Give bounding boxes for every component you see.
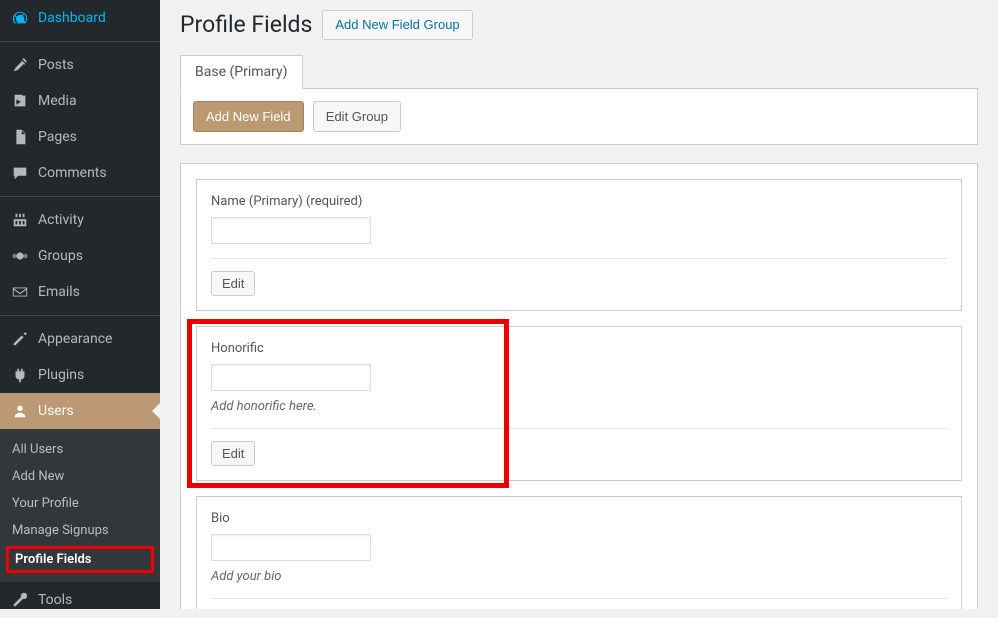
sidebar-label-comments: Comments: [38, 165, 107, 181]
sidebar-label-appearance: Appearance: [38, 331, 112, 347]
submenu-your-profile[interactable]: Your Profile: [0, 490, 160, 517]
sidebar-label-pages: Pages: [38, 129, 77, 145]
sidebar-item-tools[interactable]: Tools: [0, 582, 160, 618]
page-heading: Profile Fields Add New Field Group: [180, 10, 978, 40]
toolbar-panel: Add New Field Edit Group: [180, 89, 978, 146]
field-input-honorific[interactable]: [211, 364, 371, 391]
sidebar-item-media[interactable]: Media: [0, 83, 160, 119]
submenu-highlight: Profile Fields: [6, 546, 154, 573]
email-icon: [10, 282, 30, 302]
sidebar-label-posts: Posts: [38, 57, 74, 73]
field-label-bio: Bio: [211, 511, 947, 526]
sidebar-separator: [0, 315, 160, 316]
sidebar-item-emails[interactable]: Emails: [0, 274, 160, 310]
sidebar-item-comments[interactable]: Comments: [0, 155, 160, 191]
page-title: Profile Fields: [180, 11, 312, 38]
main-content: Profile Fields Add New Field Group Base …: [160, 0, 998, 609]
tools-icon: [10, 590, 30, 610]
tab-base-primary[interactable]: Base (Primary): [180, 55, 303, 89]
admin-sidebar: Dashboard Posts Media Pages Comments Act…: [0, 0, 160, 609]
field-label-honorific: Honorific: [211, 341, 947, 356]
field-card-bio: Bio Add your bio Edit: [196, 496, 962, 609]
plugin-icon: [10, 365, 30, 385]
sidebar-item-appearance[interactable]: Appearance: [0, 321, 160, 357]
appearance-icon: [10, 329, 30, 349]
sidebar-label-activity: Activity: [38, 212, 84, 228]
users-submenu: All Users Add New Your Profile Manage Si…: [0, 429, 160, 582]
comment-icon: [10, 163, 30, 183]
user-icon: [10, 401, 30, 421]
groups-icon: [10, 246, 30, 266]
sidebar-label-emails: Emails: [38, 284, 80, 300]
field-input-bio[interactable]: [211, 534, 371, 561]
fields-panel: Name (Primary) (required) Edit Honorific…: [180, 163, 978, 609]
edit-group-button[interactable]: Edit Group: [313, 101, 401, 133]
sidebar-item-users[interactable]: Users: [0, 393, 160, 429]
sidebar-separator: [0, 41, 160, 42]
sidebar-item-activity[interactable]: Activity: [0, 202, 160, 238]
pin-icon: [10, 55, 30, 75]
submenu-all-users[interactable]: All Users: [0, 436, 160, 463]
field-divider: [211, 428, 947, 429]
sidebar-item-plugins[interactable]: Plugins: [0, 357, 160, 393]
field-divider: [211, 258, 947, 259]
field-divider: [211, 598, 947, 599]
sidebar-item-pages[interactable]: Pages: [0, 119, 160, 155]
sidebar-label-users: Users: [38, 403, 74, 419]
field-label-name: Name (Primary) (required): [211, 194, 947, 209]
field-card-honorific: Honorific Add honorific here. Edit: [196, 326, 962, 481]
tab-container: Base (Primary): [180, 55, 978, 89]
sidebar-separator: [0, 196, 160, 197]
add-new-field-button[interactable]: Add New Field: [193, 101, 304, 133]
sidebar-label-tools: Tools: [38, 592, 72, 608]
sidebar-label-groups: Groups: [38, 248, 83, 264]
edit-name-button[interactable]: Edit: [211, 271, 255, 296]
sidebar-item-dashboard[interactable]: Dashboard: [0, 0, 160, 36]
submenu-profile-fields[interactable]: Profile Fields: [13, 552, 147, 567]
submenu-manage-signups[interactable]: Manage Signups: [0, 517, 160, 544]
field-desc-honorific: Add honorific here.: [211, 399, 947, 414]
sidebar-item-groups[interactable]: Groups: [0, 238, 160, 274]
submenu-add-new[interactable]: Add New: [0, 463, 160, 490]
sidebar-label-plugins: Plugins: [38, 367, 84, 383]
field-card-name: Name (Primary) (required) Edit: [196, 179, 962, 311]
dashboard-icon: [10, 8, 30, 28]
field-input-name[interactable]: [211, 217, 371, 244]
activity-icon: [10, 210, 30, 230]
sidebar-label-media: Media: [38, 93, 77, 109]
field-desc-bio: Add your bio: [211, 569, 947, 584]
page-icon: [10, 127, 30, 147]
edit-honorific-button[interactable]: Edit: [211, 441, 255, 466]
sidebar-label-dashboard: Dashboard: [38, 10, 106, 26]
add-new-field-group-button[interactable]: Add New Field Group: [322, 10, 472, 40]
media-icon: [10, 91, 30, 111]
sidebar-item-posts[interactable]: Posts: [0, 47, 160, 83]
